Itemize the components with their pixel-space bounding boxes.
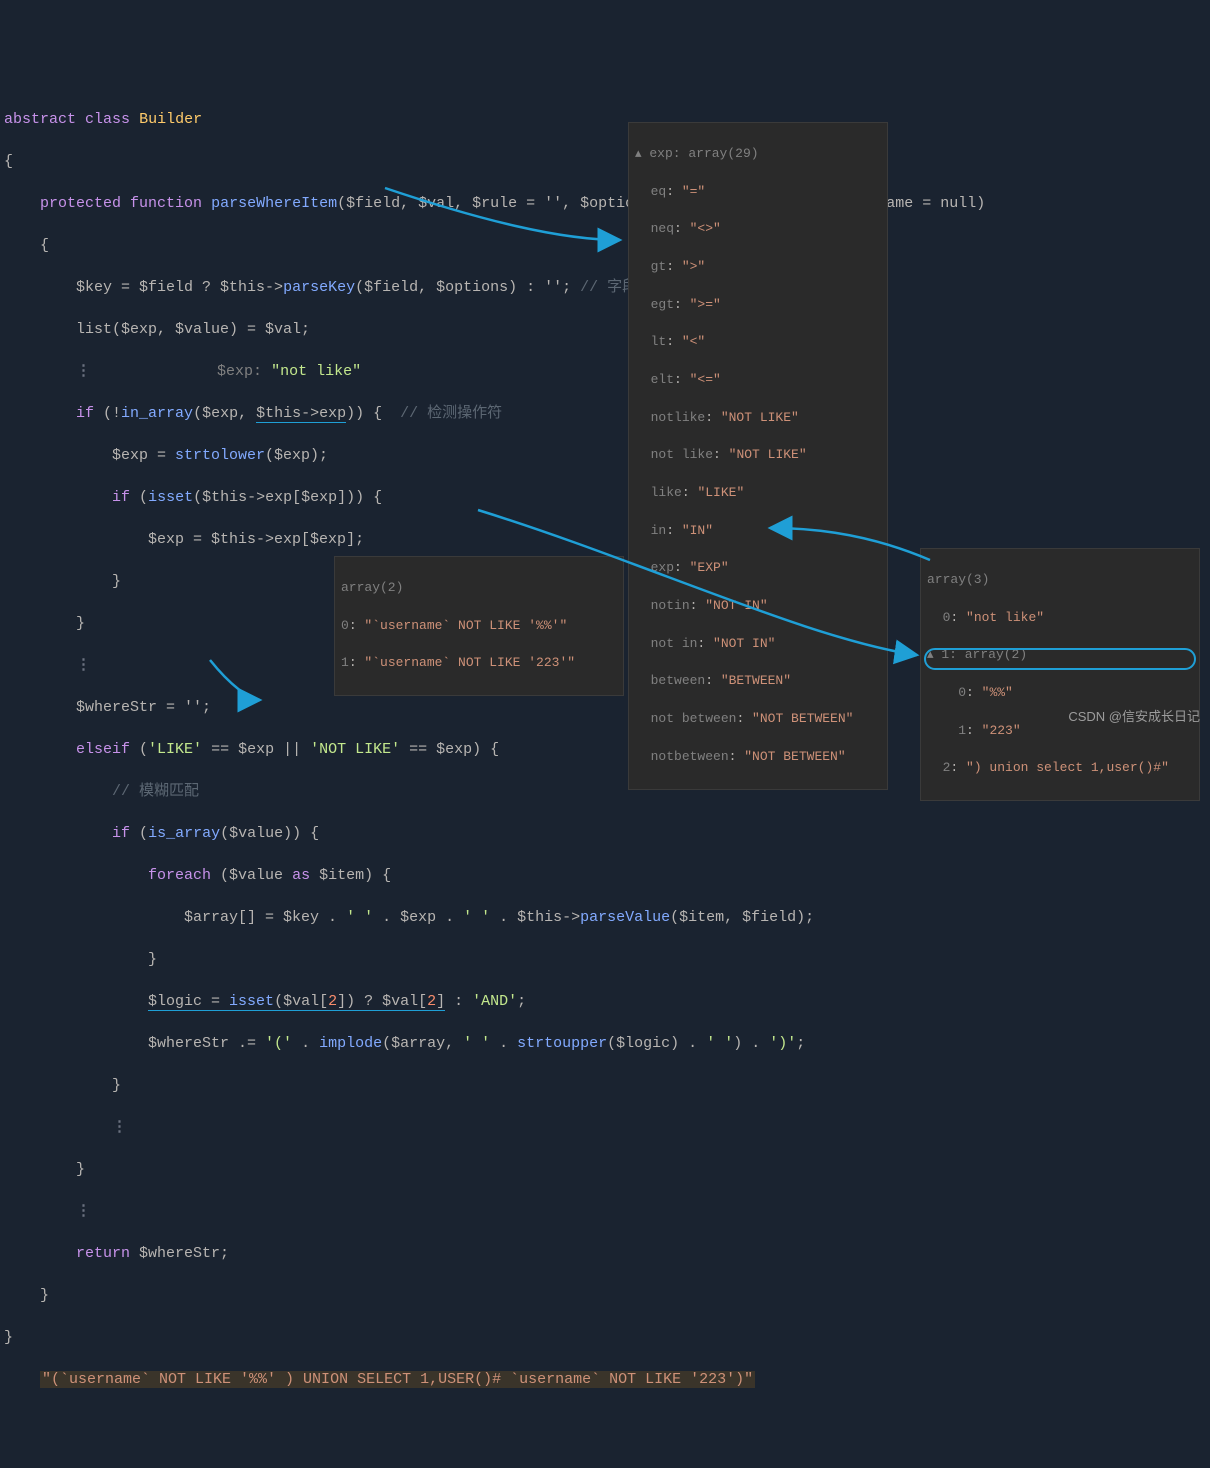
- tooltip-array2: array(2) 0: "`username` NOT LIKE '%%'" 1…: [334, 556, 624, 696]
- line-11: $exp = $this->exp[$exp];: [4, 529, 1210, 550]
- line-1: abstract class Builder: [4, 109, 1210, 130]
- line-7: ⋮ $exp: "not like": [4, 361, 1210, 382]
- line-19: foreach ($value as $item) {: [4, 865, 1210, 886]
- line-10: if (isset($this->exp[$exp])) {: [4, 487, 1210, 508]
- line-18: if (is_array($value)) {: [4, 823, 1210, 844]
- this-exp-ref: $this->exp: [256, 405, 346, 423]
- result-string: "(`username` NOT LIKE '%%' ) UNION SELEC…: [40, 1371, 755, 1388]
- class-name: Builder: [139, 111, 202, 128]
- watermark: CSDN @信安成长日记: [1068, 708, 1200, 726]
- line-3: protected function parseWhereItem($field…: [4, 193, 1210, 214]
- fn-name: parseWhereItem: [211, 195, 337, 212]
- inline-hint-value: "not like": [271, 363, 361, 380]
- inline-hint-label: $exp:: [217, 363, 262, 380]
- line-29: }: [4, 1285, 1210, 1306]
- line-22: $logic = isset($val[2]) ? $val[2] : 'AND…: [4, 991, 1210, 1012]
- line-23: $whereStr .= '(' . implode($array, ' ' .…: [4, 1033, 1210, 1054]
- kw-abstract: abstract: [4, 111, 76, 128]
- line-25: ⋮: [4, 1117, 1210, 1138]
- line-8: if (!in_array($exp, $this->exp)) { // 检测…: [4, 403, 1210, 424]
- line-24: }: [4, 1075, 1210, 1096]
- line-21: }: [4, 949, 1210, 970]
- line-4: {: [4, 235, 1210, 256]
- tooltip-array3: array(3) 0: "not like" ▴ 1: array(2) 0: …: [920, 548, 1200, 801]
- line-9: $exp = strtolower($exp);: [4, 445, 1210, 466]
- line-result: "(`username` NOT LIKE '%%' ) UNION SELEC…: [4, 1369, 1210, 1390]
- tooltip-exp-array: ▴ exp: array(29) eq: "=" neq: "<>" gt: "…: [628, 122, 888, 790]
- line-20: $array[] = $key . ' ' . $exp . ' ' . $th…: [4, 907, 1210, 928]
- line-28: return $whereStr;: [4, 1243, 1210, 1264]
- line-27: ⋮: [4, 1201, 1210, 1222]
- line-26: }: [4, 1159, 1210, 1180]
- kw-class: class: [85, 111, 130, 128]
- line-6: list($exp, $value) = $val;: [4, 319, 1210, 340]
- line-2: {: [4, 151, 1210, 172]
- comment-fuzzy: // 模糊匹配: [112, 783, 199, 800]
- line-5: $key = $field ? $this->parseKey($field, …: [4, 277, 1210, 298]
- highlight-val2: [924, 648, 1196, 670]
- comment-op: // 检测操作符: [400, 405, 502, 422]
- line-30: }: [4, 1327, 1210, 1348]
